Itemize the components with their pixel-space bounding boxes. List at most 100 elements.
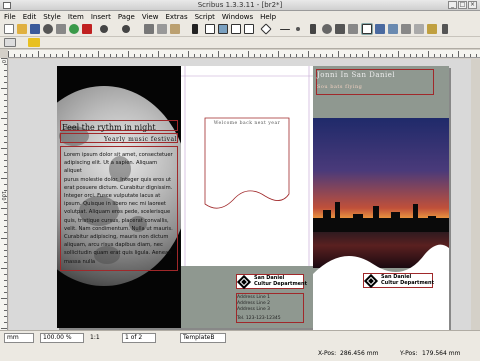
ruler-tick (140, 54, 141, 57)
template-select[interactable]: TemplateB (180, 333, 226, 343)
menu-edit[interactable]: Edit (23, 13, 37, 21)
copy-icon[interactable] (157, 24, 167, 34)
ruler-tick (386, 54, 387, 57)
ruler-tick (182, 54, 183, 57)
save-icon[interactable] (30, 24, 40, 34)
menu-insert[interactable]: Insert (91, 13, 111, 21)
ruler-tick (1, 88, 7, 89)
ruler-tick (20, 54, 21, 57)
ruler-tick (4, 196, 7, 197)
ruler-tick (380, 54, 381, 57)
ruler-tick (4, 322, 7, 323)
ruler-tick (218, 51, 219, 57)
ruler-tick (134, 54, 135, 57)
right-panel[interactable]: Jonni In San Daniel Sou bats flying San … (313, 66, 449, 330)
zoom-ratio[interactable]: 1:1 (90, 333, 100, 343)
rotate-icon[interactable] (322, 24, 332, 34)
paste-icon[interactable] (170, 24, 180, 34)
ruler-tick (338, 51, 339, 57)
ruler-tick (416, 54, 417, 57)
image-frame-icon[interactable] (218, 24, 228, 34)
cut-icon[interactable] (144, 24, 154, 34)
minimize-button[interactable]: _ (448, 1, 457, 9)
measure-icon[interactable] (401, 24, 411, 34)
pdf-icon[interactable] (82, 24, 92, 34)
tagline-shape[interactable] (181, 66, 313, 266)
status-bar: mm 100.00 % 1:1 1 of 2 TemplateB X-Pos: … (0, 330, 480, 361)
menu-view[interactable]: View (142, 13, 159, 21)
ruler-tick (332, 54, 333, 57)
menu-item[interactable]: Item (68, 13, 84, 21)
undo-icon[interactable] (100, 25, 108, 33)
moon-panel[interactable]: Feel the rythm in night Yearly music fes… (57, 66, 181, 328)
menu-extras[interactable]: Extras (165, 13, 187, 21)
ruler-tick (272, 54, 273, 57)
edit-contents-icon[interactable] (348, 24, 358, 34)
close-icon[interactable] (43, 24, 53, 34)
ruler-tick (398, 51, 399, 57)
table-icon[interactable] (231, 24, 241, 34)
unit-select[interactable]: mm (4, 333, 34, 343)
freehand-icon[interactable] (310, 24, 316, 34)
menu-style[interactable]: Style (43, 13, 61, 21)
pdf-tools-icon[interactable] (442, 24, 448, 34)
ruler-tick (1, 58, 7, 59)
menu-windows[interactable]: Windows (222, 13, 253, 21)
menu-file[interactable]: File (4, 13, 16, 21)
unlink-icon[interactable] (388, 24, 398, 34)
ruler-tick (242, 54, 243, 57)
ruler-tick (4, 172, 7, 173)
pdf-annotation-icon[interactable] (28, 38, 40, 47)
print-icon[interactable] (56, 24, 66, 34)
ruler-tick (350, 54, 351, 57)
eyedropper-icon[interactable] (427, 24, 437, 34)
menu-script[interactable]: Script (195, 13, 215, 21)
ruler-tick (176, 54, 177, 57)
ruler-tick (4, 190, 7, 191)
ruler-tick (194, 54, 195, 57)
line-icon[interactable] (280, 29, 290, 30)
city-skyline (313, 202, 449, 232)
copy-properties-icon[interactable] (414, 24, 424, 34)
menu-page[interactable]: Page (118, 13, 135, 21)
new-icon[interactable] (4, 24, 14, 34)
preflight-icon[interactable] (69, 24, 79, 34)
body-line: volutpat. Aliquam eros pede, scelerisque (64, 209, 171, 216)
ruler-tick (32, 54, 33, 57)
body-line: purus molestie dolor. Integer quis eros … (64, 176, 172, 183)
ruler-tick (8, 51, 9, 57)
menu-help[interactable]: Help (260, 13, 276, 21)
close-window-button[interactable]: × (468, 1, 477, 9)
ruler-tick (314, 54, 315, 57)
shape-icon[interactable] (244, 24, 254, 34)
horizontal-ruler[interactable] (8, 50, 480, 58)
open-icon[interactable] (17, 24, 27, 34)
link-icon[interactable] (375, 24, 385, 34)
ruler-tick (4, 286, 7, 287)
zoom-icon[interactable] (335, 24, 345, 34)
bezier-icon[interactable] (296, 27, 300, 31)
document-page[interactable]: Feel the rythm in night Yearly music fes… (57, 66, 449, 330)
ruler-tick (4, 94, 7, 95)
ruler-tick (98, 51, 99, 57)
ruler-tick (4, 220, 7, 221)
document-canvas[interactable]: Feel the rythm in night Yearly music fes… (9, 59, 471, 330)
pdf-field-icon[interactable] (4, 38, 16, 47)
redo-icon[interactable] (122, 25, 130, 33)
maximize-button[interactable]: □ (458, 1, 467, 9)
xpos-value: 286.456 mm (340, 350, 379, 357)
ruler-tick (302, 54, 303, 57)
page-select[interactable]: 1 of 2 (122, 333, 156, 343)
polygon-icon[interactable] (260, 23, 272, 35)
ruler-tick (4, 232, 7, 233)
ruler-tick (4, 274, 7, 275)
vertical-ruler[interactable]: 0 100 (0, 58, 8, 330)
ruler-tick (4, 292, 7, 293)
xpos-label: X-Pos: (318, 350, 337, 357)
select-icon[interactable] (192, 24, 198, 34)
zoom-field[interactable]: 100.00 % (40, 333, 84, 343)
middle-panel[interactable]: Welcome back next year San Daniel Cultur… (181, 66, 313, 328)
text-frame-icon[interactable] (205, 24, 215, 34)
edit-text-icon[interactable] (362, 24, 372, 34)
ypos-label: Y-Pos: (400, 350, 418, 357)
